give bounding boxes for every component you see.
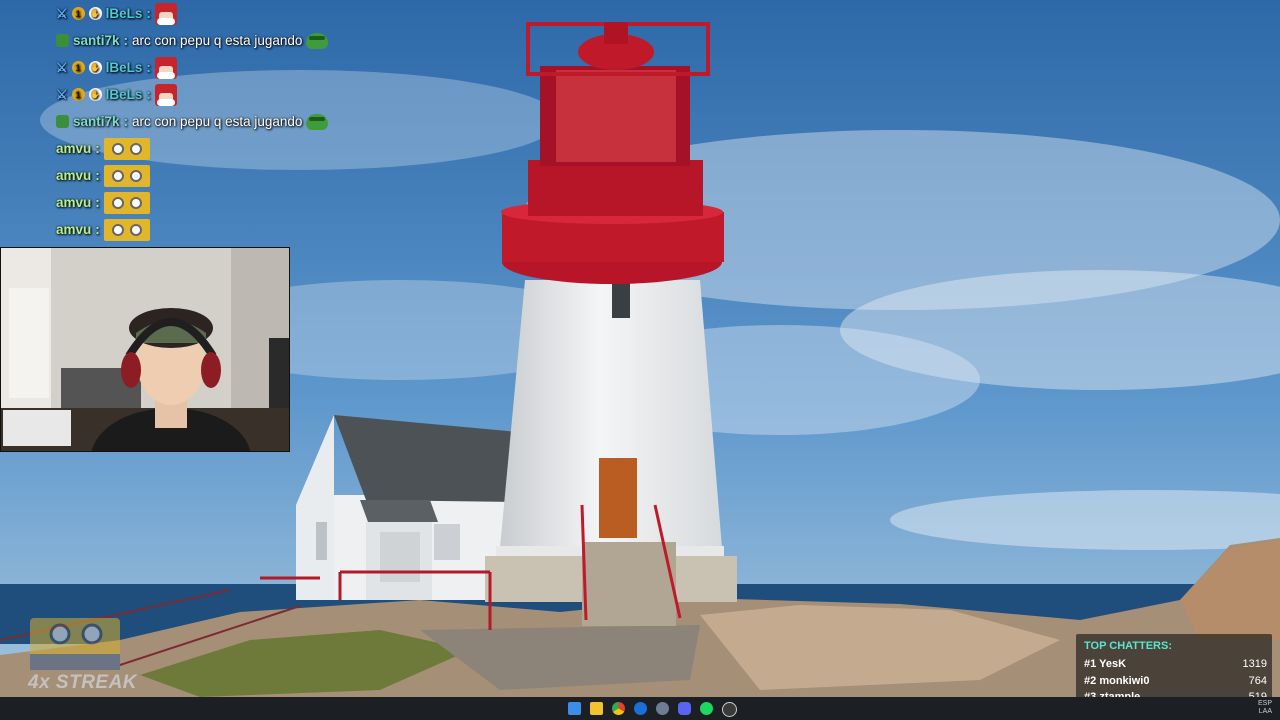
frog-badge-icon bbox=[56, 34, 69, 47]
windows-start-icon[interactable] bbox=[568, 702, 581, 715]
santa-emote bbox=[154, 2, 177, 25]
chat-separator: : bbox=[95, 222, 100, 237]
chat-username[interactable]: lBeLs bbox=[106, 87, 143, 102]
steam-icon[interactable] bbox=[656, 702, 669, 715]
hand-icon: ✋ bbox=[88, 7, 102, 20]
language-sub-indicator[interactable]: LAA bbox=[1258, 708, 1272, 716]
sub-1-icon: 1 bbox=[71, 88, 85, 101]
minions-emote bbox=[103, 164, 150, 187]
hand-icon: ✋ bbox=[88, 61, 102, 74]
chat-message: santi7k: arc con pepu q esta jugando bbox=[56, 27, 356, 54]
chat-message: ⚔ 1 ✋ lBeLs: bbox=[56, 54, 356, 81]
sword-icon: ⚔ bbox=[56, 5, 68, 21]
chat-separator: : bbox=[146, 6, 151, 21]
language-indicator[interactable]: ESP bbox=[1258, 700, 1272, 708]
sword-icon: ⚔ bbox=[56, 59, 68, 75]
frog-badge-icon bbox=[56, 115, 69, 128]
top-chatter-name: #2 monkiwi0 bbox=[1084, 675, 1150, 687]
chat-text: arc con pepu q esta jugando bbox=[132, 33, 303, 48]
chrome-icon[interactable] bbox=[612, 702, 625, 715]
chat-separator: : bbox=[123, 33, 129, 48]
spotify-icon[interactable] bbox=[700, 702, 713, 715]
chat-separator: : bbox=[95, 195, 100, 210]
hand-icon: ✋ bbox=[88, 88, 102, 101]
santa-emote bbox=[154, 56, 177, 79]
chat-username[interactable]: amvu bbox=[56, 168, 91, 183]
chat-username[interactable]: santi7k bbox=[73, 33, 120, 48]
chat-message: amvu: bbox=[56, 135, 356, 162]
top-chatter-count: 1319 bbox=[1242, 658, 1267, 670]
chat-overlay: ⚔ 1 ✋ lBeLs: santi7k: arc con pepu q esta jug… bbox=[56, 0, 356, 243]
sub-1-icon: 1 bbox=[71, 61, 85, 74]
top-chatter-row: #1 YesK 1319 bbox=[1084, 658, 1267, 674]
chat-separator: : bbox=[123, 114, 129, 129]
sword-icon: ⚔ bbox=[56, 86, 68, 102]
top-chatters-title: TOP CHATTERS: bbox=[1084, 640, 1173, 652]
santa-emote bbox=[154, 83, 177, 106]
chat-separator: : bbox=[146, 60, 151, 75]
top-chatter-row: #2 monkiwi0 764 bbox=[1084, 675, 1267, 691]
chat-separator: : bbox=[146, 87, 151, 102]
chat-message: ⚔ 1 ✋ lBeLs: bbox=[56, 81, 356, 108]
chat-message: santi7k: arc con pepu q esta jugando bbox=[56, 108, 356, 135]
chat-message: amvu: bbox=[56, 216, 356, 243]
minions-emote bbox=[103, 137, 150, 160]
chat-separator: : bbox=[95, 141, 100, 156]
chat-message: ⚔ 1 ✋ lBeLs: bbox=[56, 0, 356, 27]
minions-emote bbox=[103, 191, 150, 214]
system-tray[interactable]: ESP LAA bbox=[1258, 700, 1272, 716]
top-chatter-name: #1 YesK bbox=[1084, 658, 1127, 670]
frog-emote bbox=[306, 113, 329, 130]
sub-1-icon: 1 bbox=[71, 7, 85, 20]
webcam-feed bbox=[0, 247, 290, 452]
edge-icon[interactable] bbox=[634, 702, 647, 715]
chat-username[interactable]: santi7k bbox=[73, 114, 120, 129]
top-chatter-count: 764 bbox=[1248, 675, 1267, 687]
file-explorer-icon[interactable] bbox=[590, 702, 603, 715]
chat-username[interactable]: amvu bbox=[56, 141, 91, 156]
chat-username[interactable]: amvu bbox=[56, 222, 91, 237]
discord-icon[interactable] bbox=[678, 702, 691, 715]
streak-label: 4x STREAK bbox=[28, 672, 138, 693]
chat-separator: : bbox=[95, 168, 100, 183]
minions-emote bbox=[103, 218, 150, 241]
chat-username[interactable]: lBeLs bbox=[106, 60, 143, 75]
chat-text: arc con pepu q esta jugando bbox=[132, 114, 303, 129]
frog-emote bbox=[306, 32, 329, 49]
chat-username[interactable]: lBeLs bbox=[106, 6, 143, 21]
chat-message: amvu: bbox=[56, 189, 356, 216]
chat-username[interactable]: amvu bbox=[56, 195, 91, 210]
chat-message: amvu: bbox=[56, 162, 356, 189]
obs-icon[interactable] bbox=[722, 702, 737, 717]
